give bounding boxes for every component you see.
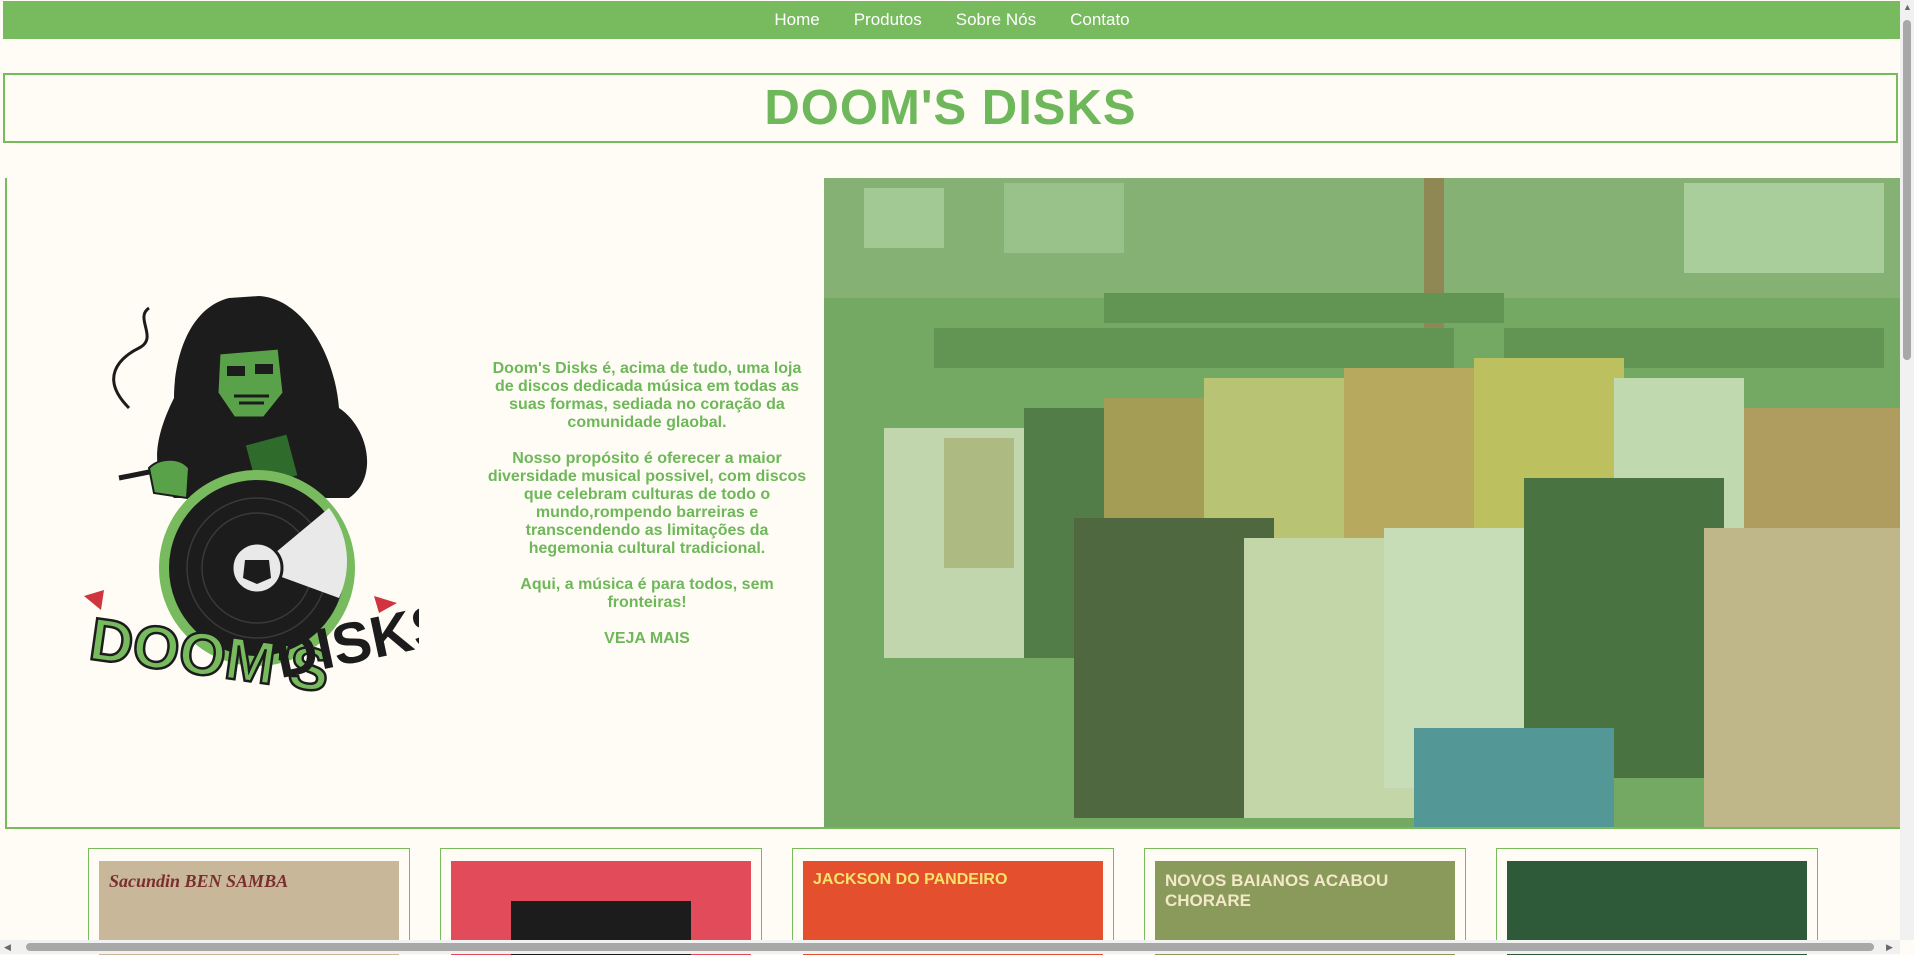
about-text: Doom's Disks é, acima de tudo, uma loja … xyxy=(487,360,807,648)
about-paragraph-1: Doom's Disks é, acima de tudo, uma loja … xyxy=(492,360,802,431)
album-cover-text: JACKSON DO PANDEIRO xyxy=(813,871,1008,888)
nav-products-link[interactable]: Produtos xyxy=(854,10,922,30)
product-card[interactable] xyxy=(440,848,762,955)
record-shop-photo xyxy=(824,178,1902,827)
product-card[interactable]: JACKSON DO PANDEIRO xyxy=(792,848,1114,955)
nav-about-link[interactable]: Sobre Nós xyxy=(956,10,1036,30)
about-paragraph-2: Nosso propósito é oferecer a maior diver… xyxy=(487,450,807,557)
scroll-right-icon[interactable]: ▶ xyxy=(1886,942,1893,953)
product-card[interactable] xyxy=(1496,848,1818,955)
scroll-left-icon[interactable]: ◀ xyxy=(4,942,11,953)
see-more-link[interactable]: VEJA MAIS xyxy=(604,630,690,648)
site-title-box: DOOM'S DISKS xyxy=(3,73,1898,143)
vertical-scrollbar[interactable]: ▲ xyxy=(1900,0,1914,940)
top-navbar: Home Produtos Sobre Nós Contato xyxy=(3,1,1901,39)
doom-disks-logo: DOOM'S DISKS xyxy=(84,296,419,706)
hero-section: DOOM'S DISKS Doom's Disks é, acima de tu… xyxy=(5,178,1902,829)
nav-contact-link[interactable]: Contato xyxy=(1070,10,1130,30)
nav-home-link[interactable]: Home xyxy=(774,10,819,30)
horizontal-scroll-thumb[interactable] xyxy=(26,943,1874,951)
about-paragraph-3: Aqui, a música é para todos, sem frontei… xyxy=(520,576,774,611)
product-card[interactable]: Sacundin BEN SAMBA xyxy=(88,848,410,955)
vertical-scroll-thumb[interactable] xyxy=(1903,20,1911,360)
scroll-up-icon[interactable]: ▲ xyxy=(1903,2,1912,12)
horizontal-scrollbar[interactable]: ◀ ▶ xyxy=(0,940,1900,954)
product-cards-row: Sacundin BEN SAMBA JACKSON DO PANDEIRO N… xyxy=(0,848,1900,955)
product-card[interactable]: NOVOS BAIANOS ACABOU CHORARE xyxy=(1144,848,1466,955)
album-cover-text: Sacundin BEN SAMBA xyxy=(109,871,289,891)
site-title: DOOM'S DISKS xyxy=(764,81,1137,135)
album-cover-text: NOVOS BAIANOS ACABOU CHORARE xyxy=(1165,871,1389,910)
